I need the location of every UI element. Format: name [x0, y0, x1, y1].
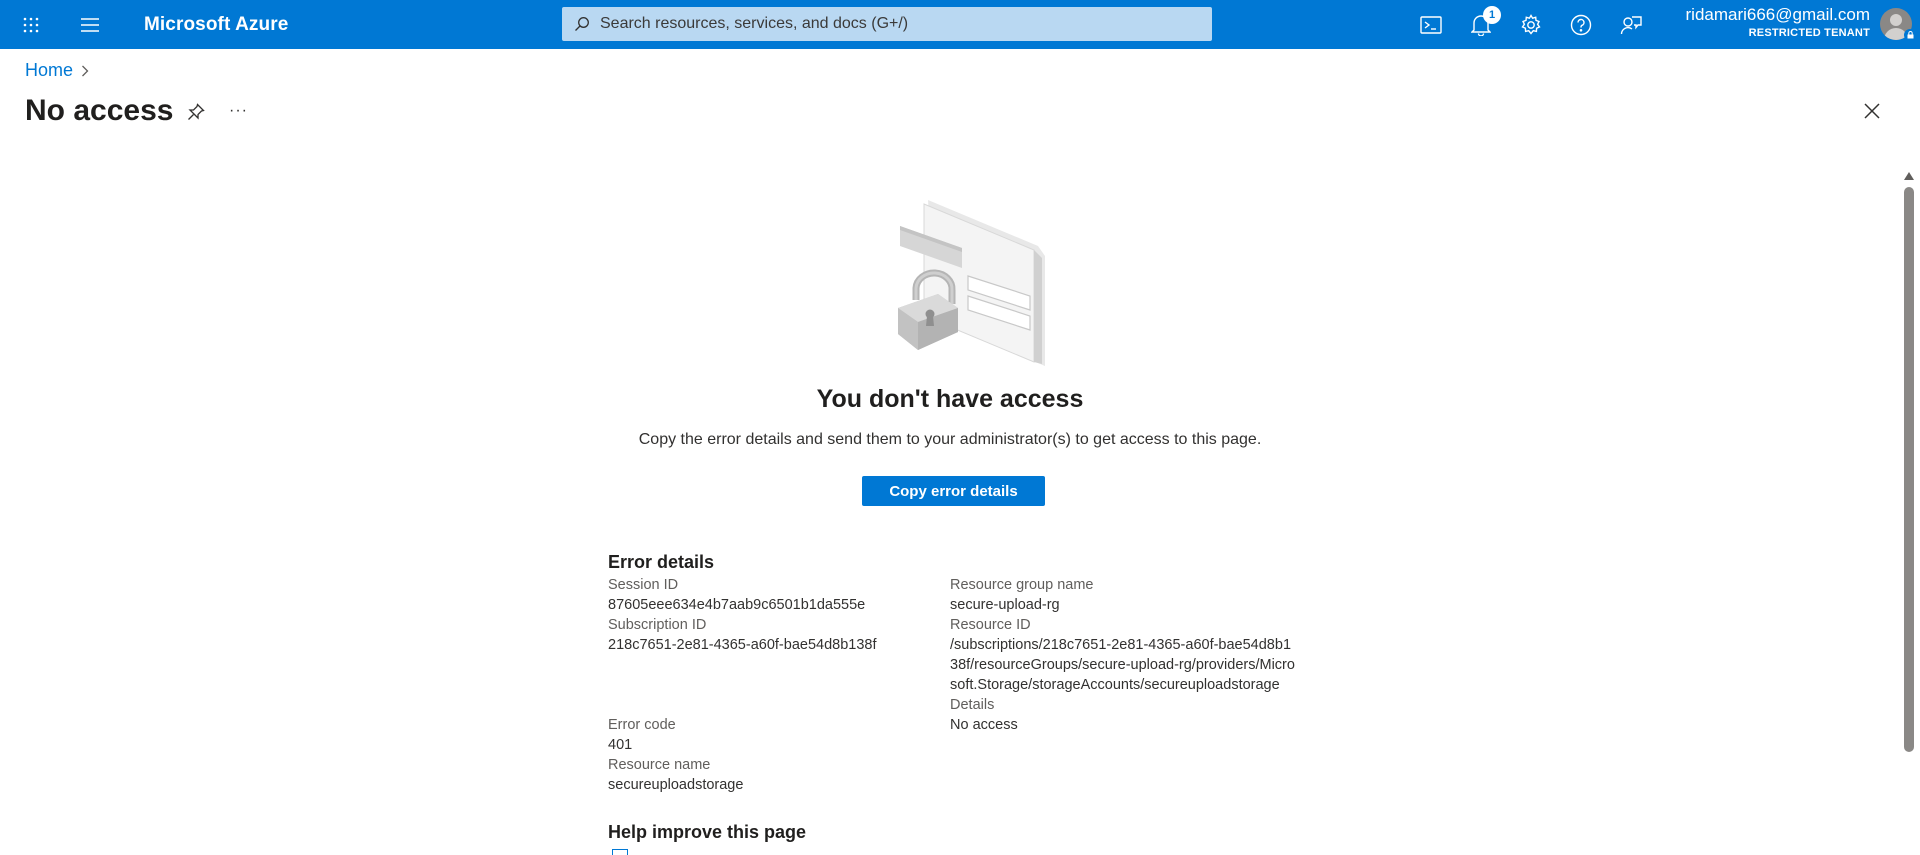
- help-button[interactable]: [1556, 0, 1605, 49]
- search-icon: [575, 17, 589, 31]
- error-details-left-column: Session ID 87605eee634e4b7aab9c6501b1da5…: [608, 575, 938, 795]
- search-input[interactable]: [600, 15, 1180, 33]
- scroll-up-arrow-icon[interactable]: [1903, 168, 1915, 186]
- subscription-id-value: 218c7651-2e81-4365-a60f-bae54d8b138f: [608, 637, 877, 653]
- pin-icon[interactable]: [187, 103, 205, 126]
- account-info[interactable]: ridamari666@gmail.com RESTRICTED TENANT: [1686, 6, 1871, 39]
- page-title: No access: [25, 94, 174, 127]
- details-value: No access: [950, 717, 1018, 733]
- resource-group-label: Resource group name: [950, 577, 1094, 593]
- session-id-value: 87605eee634e4b7aab9c6501b1da555e: [608, 597, 866, 613]
- feedback-checkbox[interactable]: [612, 849, 628, 855]
- hamburger-menu-icon[interactable]: [65, 0, 114, 49]
- copy-error-details-button[interactable]: Copy error details: [862, 476, 1045, 506]
- resource-group-value: secure-upload-rg: [950, 597, 1060, 613]
- user-email: ridamari666@gmail.com: [1685, 5, 1871, 24]
- resource-name-value: secureuploadstorage: [608, 777, 744, 793]
- feedback-button[interactable]: [1606, 0, 1655, 49]
- breadcrumb: Home: [25, 60, 89, 81]
- settings-button[interactable]: [1506, 0, 1555, 49]
- error-details-right-column: Resource group name secure-upload-rg Res…: [950, 575, 1300, 735]
- cloud-shell-icon[interactable]: [1406, 0, 1455, 49]
- top-bar: Microsoft Azure 1 ridamari666@gmail.: [0, 0, 1920, 49]
- close-icon[interactable]: [1864, 103, 1880, 124]
- scrollbar-thumb[interactable]: [1904, 187, 1914, 752]
- session-id-label: Session ID: [608, 577, 679, 593]
- gear-icon: [1520, 13, 1541, 35]
- no-access-description: Copy the error details and send them to …: [638, 431, 1262, 448]
- resource-id-value: /subscriptions/218c7651-2e81-4365-a60f-b…: [950, 637, 1295, 693]
- error-details-title: Error details: [608, 552, 715, 572]
- error-code-label: Error code: [608, 717, 676, 733]
- breadcrumb-home-link[interactable]: Home: [25, 60, 73, 81]
- access-denied-illustration: [898, 200, 1045, 366]
- details-label: Details: [950, 697, 995, 713]
- lock-badge-icon: [1904, 29, 1916, 41]
- error-code-value: 401: [608, 737, 633, 753]
- no-access-heading: You don't have access: [816, 385, 1084, 413]
- feedback-icon: [1620, 15, 1642, 34]
- global-search[interactable]: [562, 7, 1212, 41]
- resource-name-label: Resource name: [608, 757, 711, 773]
- resource-id-label: Resource ID: [950, 617, 1031, 633]
- subscription-id-label: Subscription ID: [608, 617, 707, 633]
- chevron-right-icon: [82, 65, 89, 76]
- app-launcher-icon[interactable]: [6, 0, 55, 49]
- more-options-button[interactable]: ···: [229, 102, 248, 120]
- notification-badge: 1: [1483, 6, 1501, 24]
- help-icon: [1570, 14, 1591, 35]
- help-improve-title: Help improve this page: [608, 822, 807, 842]
- tenant-label: RESTRICTED TENANT: [1748, 27, 1870, 39]
- brand-title[interactable]: Microsoft Azure: [144, 0, 288, 49]
- notifications-button[interactable]: 1: [1456, 0, 1505, 49]
